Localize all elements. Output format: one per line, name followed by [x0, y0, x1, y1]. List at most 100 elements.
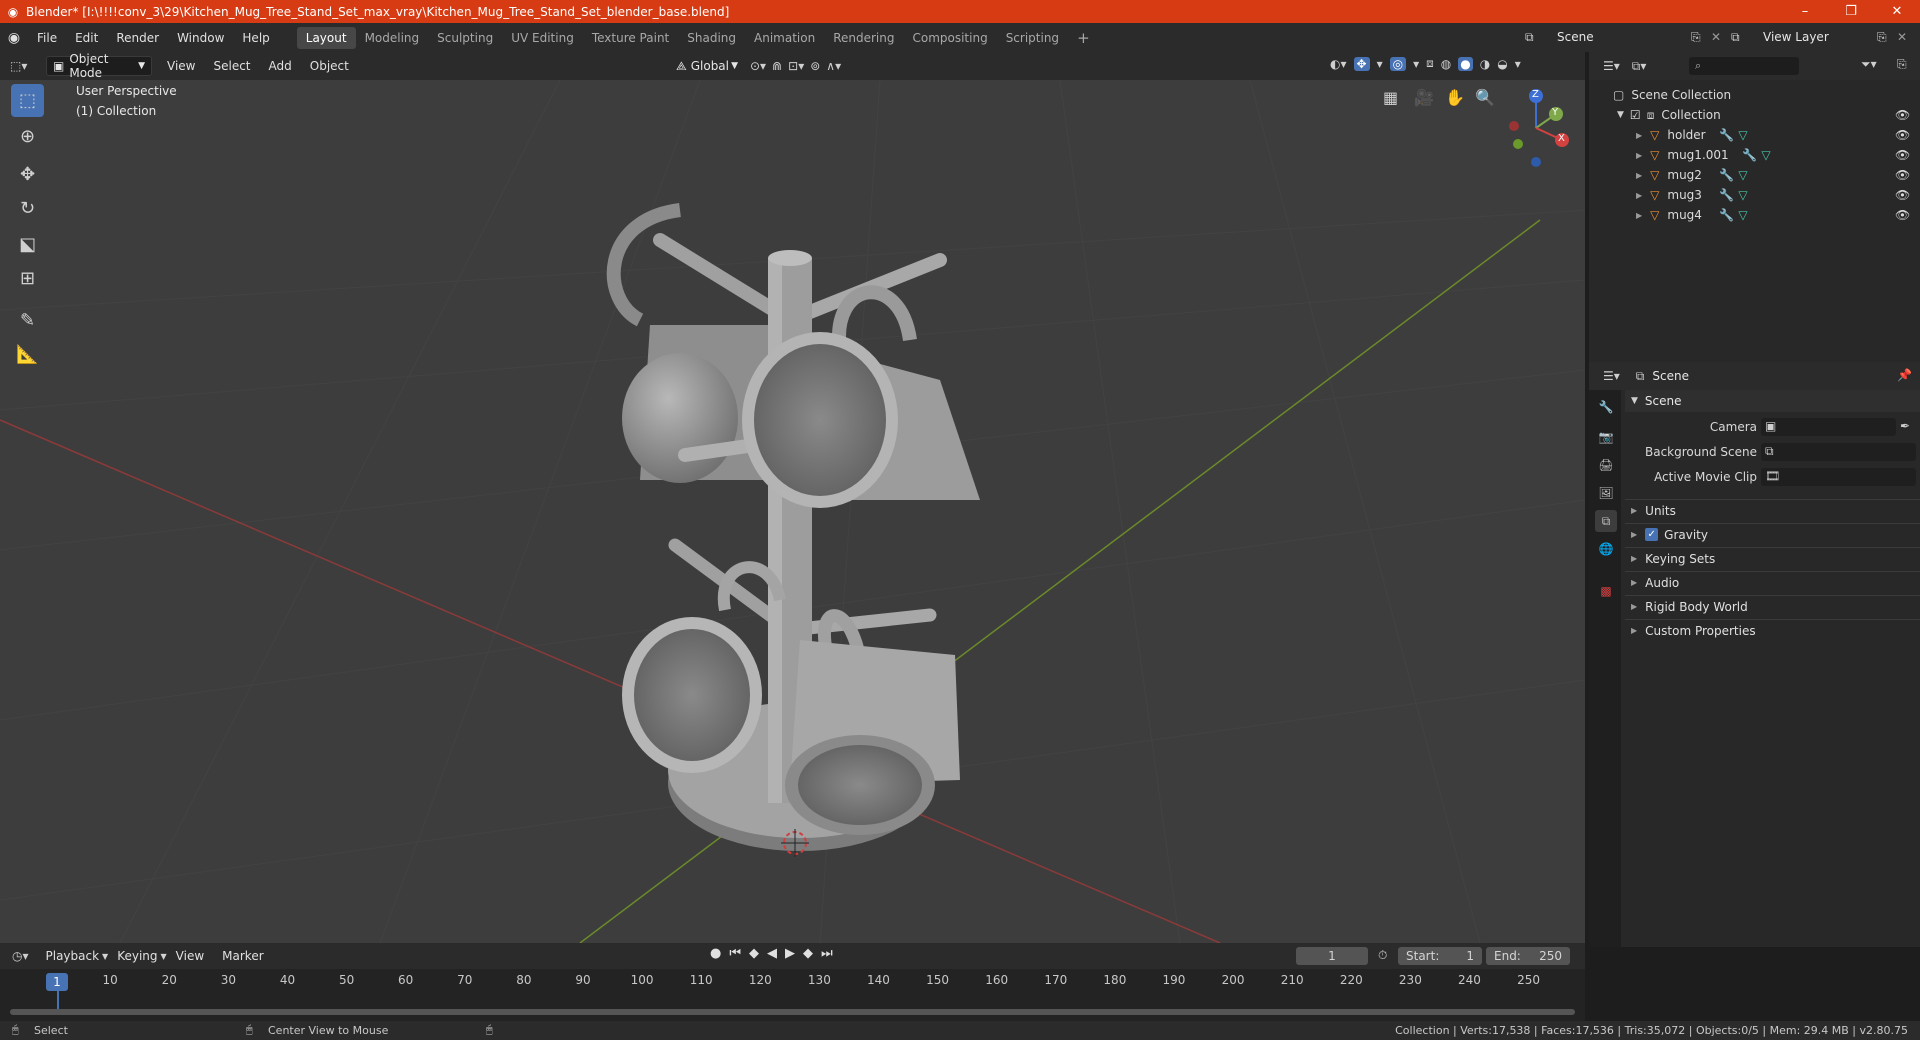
jump-start-icon[interactable]: ⏮	[729, 946, 741, 961]
rotate-tool[interactable]: ↻	[11, 192, 44, 225]
viewport-menu-view[interactable]: View	[158, 55, 204, 77]
proportional-edit-icon[interactable]: ⊚	[810, 59, 820, 73]
timeline-menu-view[interactable]: View	[167, 945, 213, 967]
navigation-gizmo[interactable]: Z Y X	[1500, 88, 1580, 168]
close-button[interactable]: ✕	[1874, 0, 1920, 23]
eye-icon[interactable]: 👁	[1895, 148, 1910, 162]
playhead[interactable]: 1	[46, 973, 68, 991]
menu-help[interactable]: Help	[233, 27, 278, 49]
viewport-menu-add[interactable]: Add	[260, 55, 301, 77]
eye-icon[interactable]: 👁	[1895, 108, 1910, 122]
delete-view-layer-icon[interactable]: ✕	[1897, 30, 1917, 44]
transform-tool[interactable]: ⊞	[11, 262, 44, 295]
toggle-camera-grid-icon[interactable]: ▦	[1383, 88, 1398, 107]
workspace-tab-texture-paint[interactable]: Texture Paint	[583, 27, 678, 49]
custom-properties-panel-header[interactable]: ▶ Custom Properties	[1625, 619, 1920, 641]
keying-sets-panel-header[interactable]: ▶ Keying Sets	[1625, 547, 1920, 569]
audio-panel-header[interactable]: ▶ Audio	[1625, 571, 1920, 593]
eye-icon[interactable]: 👁	[1895, 208, 1910, 222]
menu-file[interactable]: File	[28, 27, 66, 49]
modifier-wrench-icon[interactable]: 🔧	[1719, 208, 1734, 222]
render-tab-icon[interactable]: 📷	[1595, 426, 1617, 448]
new-collection-icon[interactable]: ⎘	[1897, 57, 1907, 72]
rendered-shading-icon[interactable]: ◒	[1497, 57, 1507, 71]
current-frame-field[interactable]: 1	[1296, 947, 1368, 965]
modifier-wrench-icon[interactable]: 🔧	[1719, 128, 1734, 142]
zoom-view-icon[interactable]: 🔍	[1475, 88, 1495, 107]
expand-arrow-icon[interactable]: ▶	[1636, 191, 1642, 200]
workspace-tab-scripting[interactable]: Scripting	[997, 27, 1068, 49]
tool-tab-icon[interactable]: 🔧	[1595, 396, 1617, 418]
view-layer-selector[interactable]: View Layer	[1757, 27, 1877, 47]
active-movie-clip-field[interactable]: 🎞	[1761, 468, 1916, 486]
add-workspace-button[interactable]: +	[1068, 27, 1099, 49]
scene-tab-icon[interactable]: ⧉	[1595, 510, 1617, 532]
mesh-data-icon[interactable]: ▽	[1761, 148, 1770, 162]
outliner-search-input[interactable]: ⌕	[1689, 57, 1799, 75]
view-layer-browse-icon[interactable]: ⧉	[1731, 30, 1757, 45]
properties-editor-type-icon[interactable]: ☰▾	[1603, 369, 1620, 383]
workspace-tab-animation[interactable]: Animation	[745, 27, 824, 49]
timeline-menu-playback[interactable]: Playback	[37, 945, 109, 967]
units-panel-header[interactable]: ▶ Units	[1625, 499, 1920, 521]
workspace-tab-rendering[interactable]: Rendering	[824, 27, 903, 49]
annotate-tool[interactable]: ✎	[11, 304, 44, 337]
menu-render[interactable]: Render	[107, 27, 168, 49]
filter-icon[interactable]: ⏷▾	[1861, 57, 1877, 72]
maximize-button[interactable]: ❐	[1828, 0, 1874, 23]
next-keyframe-icon[interactable]: ◆	[803, 946, 813, 961]
falloff-icon[interactable]: ∧▾	[826, 59, 841, 73]
timeline-editor-type-icon[interactable]: ◷▾	[12, 949, 29, 963]
pan-view-icon[interactable]: ✋	[1445, 88, 1465, 107]
snap-icon[interactable]: ⋒	[772, 59, 782, 73]
gravity-panel-header[interactable]: ▶ ✓ Gravity	[1625, 523, 1920, 545]
outliner-scene-collection[interactable]: ▢ Scene Collection	[1589, 85, 1920, 105]
wireframe-shading-icon[interactable]: ◍	[1441, 57, 1451, 71]
expand-arrow-icon[interactable]: ▶	[1636, 171, 1642, 180]
workspace-tab-shading[interactable]: Shading	[678, 27, 745, 49]
outliner-object-row[interactable]: ▶ ▽ holder 🔧 ▽ 👁	[1589, 125, 1920, 145]
eyedropper-icon[interactable]: ✒	[1900, 419, 1910, 433]
outliner-object-row[interactable]: ▶ ▽ mug2 🔧 ▽ 👁	[1589, 165, 1920, 185]
new-scene-icon[interactable]: ⎘	[1691, 30, 1711, 45]
mesh-data-icon[interactable]: ▽	[1738, 208, 1747, 222]
pin-icon[interactable]: 📌	[1897, 368, 1912, 382]
delete-scene-icon[interactable]: ✕	[1711, 30, 1731, 44]
transform-orientation-selector[interactable]: ⟁ Global ▼	[670, 56, 744, 76]
play-icon[interactable]: ▶	[785, 946, 795, 961]
select-box-tool[interactable]: ⬚	[11, 84, 44, 117]
blender-menu-icon[interactable]: ◉	[0, 30, 28, 46]
cursor-tool[interactable]: ⊕	[11, 120, 44, 153]
expand-arrow-icon[interactable]: ▶	[1636, 211, 1642, 220]
outliner-collection[interactable]: ▼ ☑ ⧈ Collection 👁	[1589, 105, 1920, 125]
expand-arrow-icon[interactable]: ▼	[1617, 110, 1624, 120]
start-frame-field[interactable]: Start: 1	[1398, 947, 1482, 965]
mesh-data-icon[interactable]: ▽	[1738, 128, 1747, 142]
minimize-button[interactable]: –	[1782, 0, 1828, 23]
workspace-tab-uv-editing[interactable]: UV Editing	[502, 27, 583, 49]
display-mode-icon[interactable]: ⧉▾	[1632, 59, 1647, 74]
gizmo-toggle-icon[interactable]: ✥	[1353, 56, 1370, 71]
mug-tree-stand-model[interactable]	[606, 203, 980, 857]
end-frame-field[interactable]: End: 250	[1486, 947, 1570, 965]
overlay-toggle-icon[interactable]: ◎	[1389, 56, 1407, 71]
background-scene-field[interactable]: ⧉	[1761, 443, 1916, 461]
overlay-menu-icon[interactable]: ▾	[1413, 57, 1419, 71]
outliner-object-row[interactable]: ▶ ▽ mug3 🔧 ▽ 👁	[1589, 185, 1920, 205]
output-tab-icon[interactable]: 🖨	[1595, 454, 1617, 476]
camera-view-icon[interactable]: 🎥	[1414, 88, 1434, 107]
view-layer-tab-icon[interactable]: 🖼	[1595, 482, 1617, 504]
modifier-wrench-icon[interactable]: 🔧	[1719, 168, 1734, 182]
measure-tool[interactable]: 📐	[11, 338, 44, 371]
scene-panel-header[interactable]: ▼ Scene	[1625, 390, 1920, 412]
object-visibility-icon[interactable]: ◐▾	[1330, 57, 1347, 71]
new-view-layer-icon[interactable]: ⎘	[1877, 30, 1897, 45]
editor-type-icon[interactable]: ⬚▾	[10, 59, 40, 73]
solid-shading-icon[interactable]: ●	[1458, 56, 1473, 71]
workspace-tab-modeling[interactable]: Modeling	[356, 27, 429, 49]
expand-arrow-icon[interactable]: ▶	[1636, 151, 1642, 160]
shading-menu-icon[interactable]: ▾	[1515, 57, 1521, 71]
record-icon[interactable]: ●	[710, 946, 721, 961]
move-tool[interactable]: ✥	[11, 158, 44, 191]
workspace-tab-compositing[interactable]: Compositing	[903, 27, 996, 49]
